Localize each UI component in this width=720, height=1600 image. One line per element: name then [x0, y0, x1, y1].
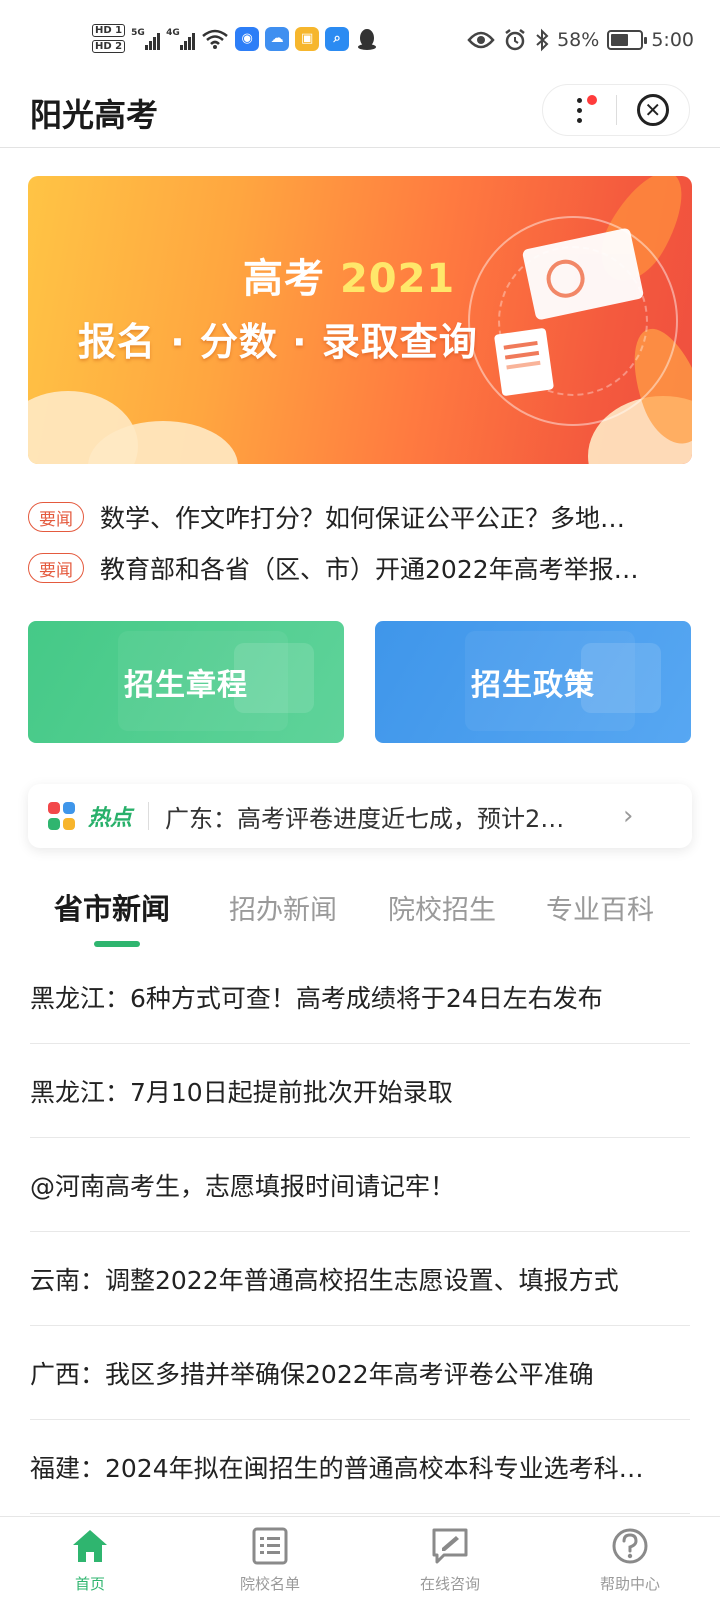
miniapp-capsule: ✕: [542, 84, 690, 136]
hotspot-label: 热点: [88, 806, 133, 831]
clock: 5:00: [651, 29, 694, 51]
headline-tag: 要闻: [28, 502, 84, 532]
list-icon: [252, 1527, 288, 1565]
cloud-app-icon: ☁: [265, 26, 290, 51]
tab-college-enrollment[interactable]: 院校招生: [388, 882, 496, 932]
article-row[interactable]: 云南：调整2022年普通高校招生志愿设置、填报方式: [30, 1232, 690, 1326]
article-title: 云南：调整2022年普通高校招生志愿设置、填报方式: [30, 1265, 619, 1295]
nav-home-label: 首页: [74, 1575, 105, 1593]
nav-help-center-label: 帮助中心: [599, 1575, 660, 1593]
nav-online-consult[interactable]: 在线咨询: [360, 1517, 540, 1600]
net2-label: 4G: [166, 27, 180, 38]
document-illustration: [493, 327, 555, 397]
nav-college-list[interactable]: 院校名单: [180, 1517, 360, 1600]
banner-main-text: 报名 · 分数 · 录取查询: [78, 320, 478, 364]
notification-dot: [587, 95, 597, 105]
hotspot-divider: [148, 802, 150, 830]
banner-year: 2021: [339, 256, 456, 302]
battery-icon: [607, 30, 648, 50]
admission-policy-card[interactable]: 招生政策: [375, 621, 691, 743]
article-row[interactable]: @河南高考生，志愿填报时间请记牢！: [30, 1138, 690, 1232]
tab-province-news[interactable]: 省市新闻: [54, 882, 170, 932]
eye-icon: [467, 31, 495, 49]
hd1-badge: HD 1: [92, 24, 126, 37]
hotspot-text: 广东：高考评卷进度近七成，预计2…: [165, 804, 565, 833]
chevron-right-icon: ›: [623, 801, 634, 831]
headline-item[interactable]: 要闻 数学、作文咋打分？如何保证公平公正？多地…: [28, 497, 692, 537]
app-header: 阳光高考 ✕: [0, 78, 720, 148]
article-title: 黑龙江：7月10日起提前批次开始录取: [30, 1077, 453, 1107]
article-title: 黑龙江：6种方式可查！高考成绩将于24日左右发布: [30, 983, 603, 1013]
nav-help-center[interactable]: 帮助中心: [540, 1517, 720, 1600]
article-row[interactable]: 福建：2024年拟在闽招生的普通高校本科专业选考科…: [30, 1420, 690, 1514]
admission-rules-label: 招生章程: [124, 668, 248, 703]
status-bar: HD 1 HD 2 5G 4G ◉ ☁ ▣ ⌕ 58% 5:00: [0, 0, 720, 90]
tab-major-encyclopedia[interactable]: 专业百科: [546, 882, 654, 932]
nav-home[interactable]: 首页: [0, 1517, 180, 1600]
article-title: 福建：2024年拟在闽招生的普通高校本科专业选考科…: [30, 1453, 644, 1483]
alarm-icon: [505, 29, 525, 51]
nav-online-consult-label: 在线咨询: [419, 1575, 480, 1593]
hotspot-bar[interactable]: 热点 广东：高考评卷进度近七成，预计2… ›: [28, 784, 692, 848]
qq-icon: [358, 28, 377, 50]
more-button[interactable]: [543, 85, 616, 135]
more-dots-icon: [576, 97, 582, 123]
article-row[interactable]: 黑龙江：7月10日起提前批次开始录取: [30, 1044, 690, 1138]
admission-rules-card[interactable]: 招生章程: [28, 621, 344, 743]
article-row[interactable]: 黑龙江：6种方式可查！高考成绩将于24日左右发布: [30, 950, 690, 1044]
page-title: 阳光高考: [30, 96, 159, 134]
article-list: 黑龙江：6种方式可查！高考成绩将于24日左右发布 黑龙江：7月10日起提前批次开…: [30, 950, 690, 1514]
net1-label: 5G: [131, 27, 145, 38]
help-icon: [612, 1528, 648, 1564]
signal-5g-icon: 5G: [131, 27, 161, 50]
search-app-icon: ⌕: [325, 26, 350, 51]
article-title: 广西：我区多措并举确保2022年高考评卷公平准确: [30, 1359, 594, 1389]
tab-admissions-office-news[interactable]: 招办新闻: [229, 882, 337, 932]
signal-4g-icon: 4G: [166, 27, 196, 50]
hd-indicator: HD 1 HD 2: [92, 24, 126, 53]
hd2-badge: HD 2: [92, 40, 126, 53]
battery-level: [611, 34, 628, 46]
battery-percent: 58%: [557, 29, 600, 51]
notes-app-icon: ▣: [295, 26, 320, 51]
article-title: @河南高考生，志愿填报时间请记牢！: [30, 1171, 456, 1201]
status-right-icons: 58% 5:00: [467, 28, 694, 52]
headline-text: 数学、作文咋打分？如何保证公平公正？多地…: [100, 504, 626, 533]
edit-chat-icon: [432, 1528, 468, 1564]
status-left-icons: HD 1 HD 2 5G 4G ◉ ☁ ▣ ⌕: [92, 24, 379, 53]
headline-tag: 要闻: [28, 553, 84, 583]
wifi-icon: [202, 29, 228, 49]
hero-banner[interactable]: 高考 2021 报名 · 分数 · 录取查询: [28, 176, 692, 464]
active-tab-indicator: [94, 941, 140, 947]
admission-policy-label: 招生政策: [471, 668, 595, 703]
headline-text: 教育部和各省（区、市）开通2022年高考举报…: [100, 555, 639, 584]
close-icon: ✕: [636, 94, 669, 126]
news-tabs: 省市新闻 招办新闻 院校招生 专业百科: [28, 882, 692, 952]
headline-item[interactable]: 要闻 教育部和各省（区、市）开通2022年高考举报…: [28, 548, 692, 588]
article-row[interactable]: 广西：我区多措并举确保2022年高考评卷公平准确: [30, 1326, 690, 1420]
home-icon: [73, 1530, 107, 1562]
hotspot-grid-icon: [48, 802, 76, 830]
close-button[interactable]: ✕: [617, 85, 690, 135]
bluetooth-icon: [536, 28, 549, 52]
banner-subtitle: 高考 2021: [243, 256, 456, 302]
bottom-nav: 首页 院校名单 在线咨询 帮助中心: [0, 1516, 720, 1600]
nav-college-list-label: 院校名单: [239, 1575, 300, 1593]
bulb-app-icon: ◉: [235, 26, 260, 51]
